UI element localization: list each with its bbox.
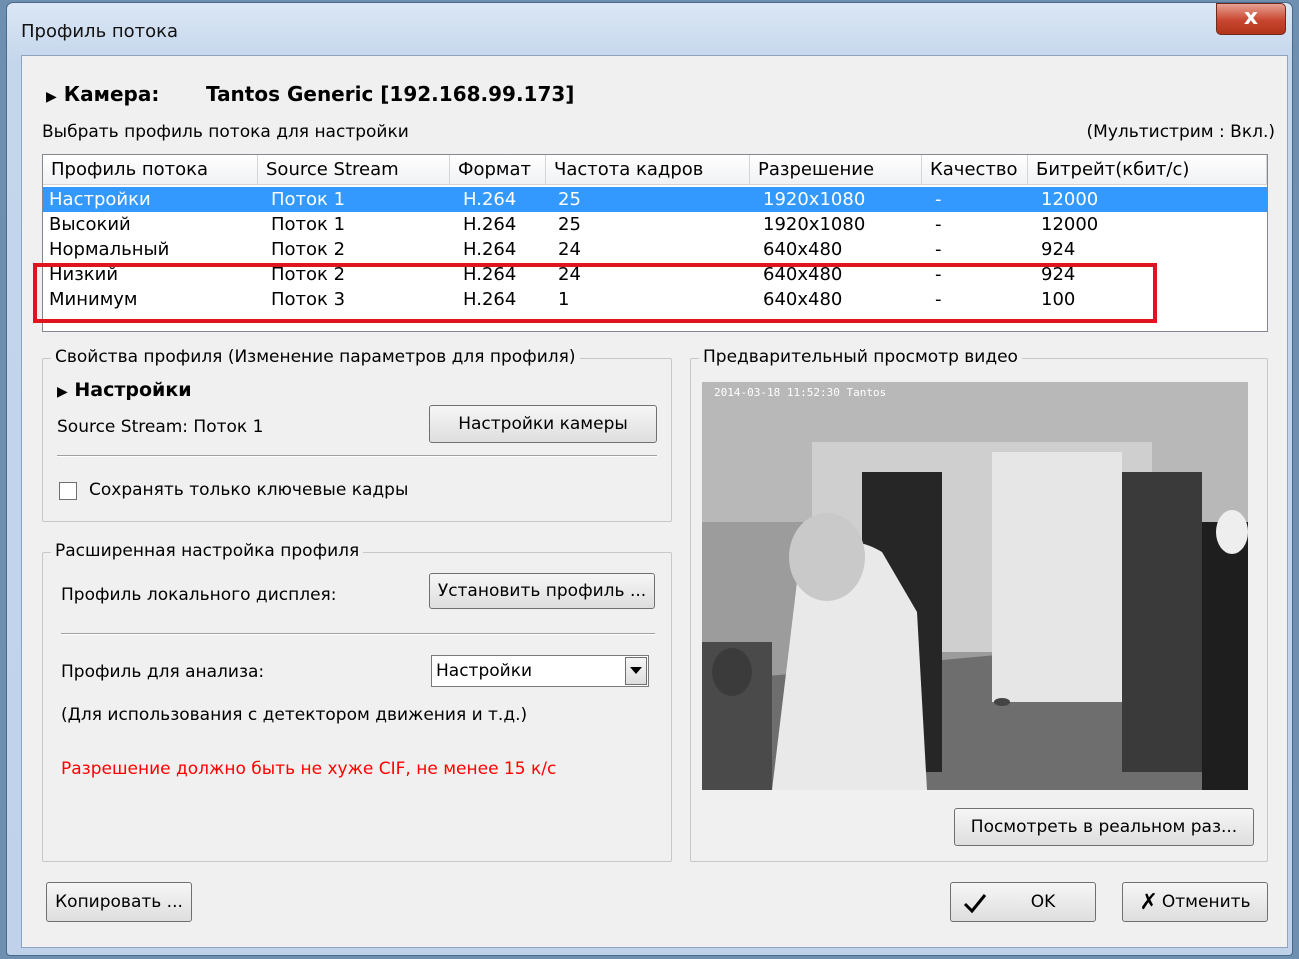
- cell-source: Поток 2: [271, 239, 346, 260]
- cell-bitrate: 12000: [1041, 214, 1099, 235]
- cell-profile: Настройки: [49, 189, 151, 210]
- cell-framerate: 24: [558, 239, 581, 260]
- dialog-client: ▶ Камера: Tantos Generic [192.168.99.173…: [21, 55, 1288, 948]
- ok-label: OK: [1030, 892, 1056, 912]
- video-timestamp-overlay: 2014-03-18 11:52:30 Tantos: [714, 386, 887, 399]
- cell-format: H.264: [463, 214, 517, 235]
- camera-row: ▶ Камера: Tantos Generic [192.168.99.173…: [46, 82, 574, 106]
- cell-bitrate: 924: [1041, 239, 1076, 260]
- keyframes-checkbox[interactable]: [59, 482, 77, 500]
- advanced-settings-group: Расширенная настройка профиля Профиль ло…: [42, 541, 672, 862]
- cancel-label: Отменить: [1161, 892, 1251, 912]
- analysis-profile-value: Настройки: [436, 661, 533, 681]
- cell-resolution: 1920x1080: [763, 214, 866, 235]
- divider: [61, 633, 655, 635]
- camera-frame-image: [702, 382, 1248, 790]
- profile-properties-group: Свойства профиля (Изменение параметров д…: [42, 347, 672, 522]
- cell-source: Поток 1: [271, 214, 346, 235]
- analysis-profile-label: Профиль для анализа:: [61, 662, 265, 682]
- ok-button[interactable]: OK: [950, 882, 1096, 922]
- column-header-format[interactable]: Формат: [450, 155, 546, 185]
- copy-button[interactable]: Копировать ...: [46, 882, 192, 922]
- close-button[interactable]: x: [1216, 3, 1286, 35]
- keyframes-label: Сохранять только ключевые кадры: [89, 480, 409, 500]
- cell-resolution: 640x480: [763, 239, 843, 260]
- source-stream-text: Source Stream: Поток 1: [57, 417, 264, 437]
- table-row[interactable]: Нормальный Поток 2 H.264 24 640x480 - 92…: [43, 237, 1267, 262]
- view-real-size-button[interactable]: Посмотреть в реальном раз...: [954, 808, 1254, 846]
- close-icon: x: [1243, 5, 1259, 30]
- profile-properties-title: Свойства профиля (Изменение параметров д…: [51, 347, 580, 367]
- triangle-right-icon: ▶: [57, 384, 68, 400]
- column-header-framerate[interactable]: Частота кадров: [546, 155, 750, 185]
- cell-source: Поток 1: [271, 189, 346, 210]
- column-header-resolution[interactable]: Разрешение: [750, 155, 922, 185]
- cell-profile: Высокий: [49, 214, 131, 235]
- set-profile-button[interactable]: Установить профиль ...: [429, 573, 655, 609]
- analysis-profile-select[interactable]: Настройки: [431, 655, 649, 687]
- cell-quality: -: [935, 189, 942, 210]
- cell-bitrate: 12000: [1041, 189, 1099, 210]
- column-header-source[interactable]: Source Stream: [258, 155, 450, 185]
- dialog-window: Профиль потока x ▶ Камера: Tantos Generi…: [6, 2, 1293, 956]
- dropdown-button[interactable]: [625, 657, 647, 685]
- analysis-note: (Для использования с детектором движения…: [61, 705, 528, 725]
- column-header-quality[interactable]: Качество: [922, 155, 1028, 185]
- x-mark-icon: ✗: [1139, 889, 1158, 915]
- resolution-warning: Разрешение должно быть не хуже CIF, не м…: [61, 759, 557, 779]
- cell-framerate: 25: [558, 214, 581, 235]
- cell-quality: -: [935, 239, 942, 260]
- video-preview-title: Предварительный просмотр видео: [699, 347, 1022, 367]
- profile-name: Настройки: [74, 379, 192, 401]
- column-header-bitrate[interactable]: Битрейт(кбит/с): [1028, 155, 1267, 185]
- checkmark-icon: [963, 894, 987, 914]
- divider: [57, 455, 657, 457]
- profile-name-heading: ▶ Настройки: [57, 379, 192, 401]
- camera-label: Камера:: [63, 82, 160, 106]
- camera-value: Tantos Generic [192.168.99.173]: [206, 82, 575, 106]
- chevron-down-icon: [630, 667, 642, 674]
- cell-quality: -: [935, 214, 942, 235]
- cell-resolution: 1920x1080: [763, 189, 866, 210]
- triangle-right-icon: ▶: [46, 89, 57, 105]
- cancel-button[interactable]: ✗ Отменить: [1122, 882, 1268, 922]
- camera-settings-button[interactable]: Настройки камеры: [429, 405, 657, 443]
- cell-profile: Нормальный: [49, 239, 170, 260]
- table-row[interactable]: Настройки Поток 1 H.264 25 1920x1080 - 1…: [43, 187, 1267, 212]
- advanced-settings-title: Расширенная настройка профиля: [51, 541, 364, 561]
- local-display-label: Профиль локального дисплея:: [61, 585, 337, 605]
- cell-format: H.264: [463, 189, 517, 210]
- select-profile-label: Выбрать профиль потока для настройки: [42, 122, 409, 142]
- cell-framerate: 25: [558, 189, 581, 210]
- window-title: Профиль потока: [21, 21, 179, 42]
- multistream-status: (Мультистрим : Вкл.): [1086, 122, 1275, 142]
- column-header-profile[interactable]: Профиль потока: [43, 155, 258, 185]
- cell-format: H.264: [463, 239, 517, 260]
- highlight-annotation-box: [33, 263, 1157, 323]
- table-row[interactable]: Высокий Поток 1 H.264 25 1920x1080 - 120…: [43, 212, 1267, 237]
- video-preview: 2014-03-18 11:52:30 Tantos: [702, 382, 1248, 790]
